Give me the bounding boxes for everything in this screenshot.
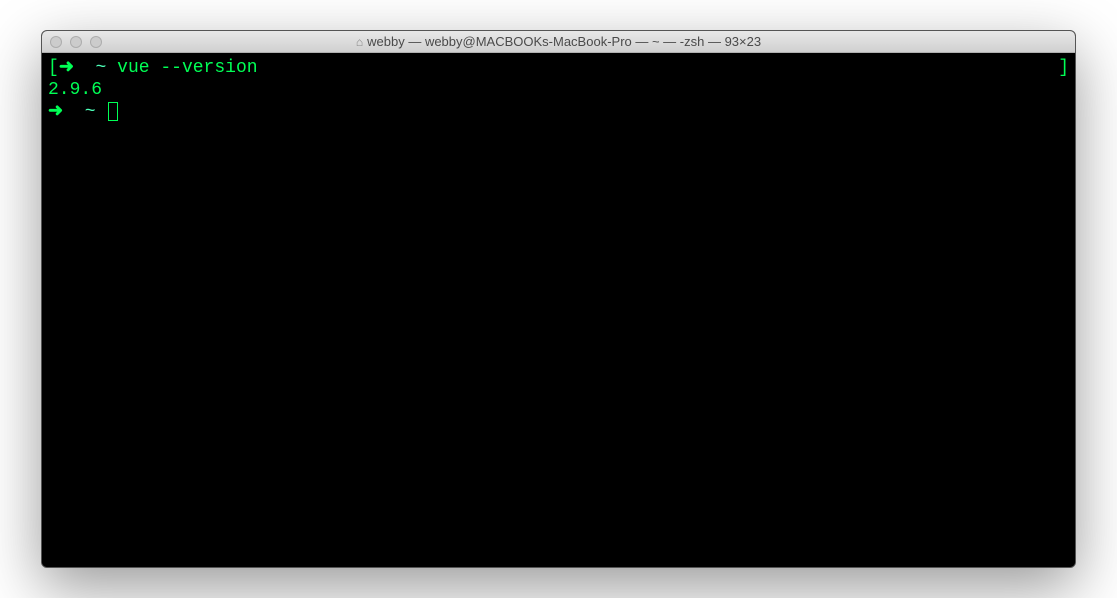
prompt-arrow-icon: ➜ (48, 101, 63, 123)
window-title-text: webby — webby@MACBOOKs-MacBook-Pro — ~ —… (367, 34, 761, 49)
terminal-line-2: 2.9.6 (48, 79, 1069, 101)
close-bracket: ] (1058, 57, 1069, 79)
prompt-arrow-icon: ➜ (59, 57, 74, 79)
terminal-window: ⌂ webby — webby@MACBOOKs-MacBook-Pro — ~… (41, 30, 1076, 568)
traffic-lights (50, 36, 102, 48)
command-output: 2.9.6 (48, 79, 102, 101)
close-button[interactable] (50, 36, 62, 48)
terminal-line-3: ➜ ~ (48, 101, 1069, 123)
open-bracket: [ (48, 57, 59, 79)
command-text: vue --version (117, 57, 257, 79)
cursor (108, 102, 118, 121)
titlebar[interactable]: ⌂ webby — webby@MACBOOKs-MacBook-Pro — ~… (42, 31, 1075, 53)
prompt-tilde: ~ (96, 57, 107, 79)
window-title: ⌂ webby — webby@MACBOOKs-MacBook-Pro — ~… (50, 34, 1067, 49)
minimize-button[interactable] (70, 36, 82, 48)
prompt-tilde: ~ (85, 101, 96, 123)
home-icon: ⌂ (356, 35, 363, 49)
zoom-button[interactable] (90, 36, 102, 48)
terminal-line-1: [➜ ~ vue --version (48, 57, 1069, 79)
terminal-body[interactable]: [➜ ~ vue --version ] 2.9.6 ➜ ~ (42, 53, 1075, 567)
